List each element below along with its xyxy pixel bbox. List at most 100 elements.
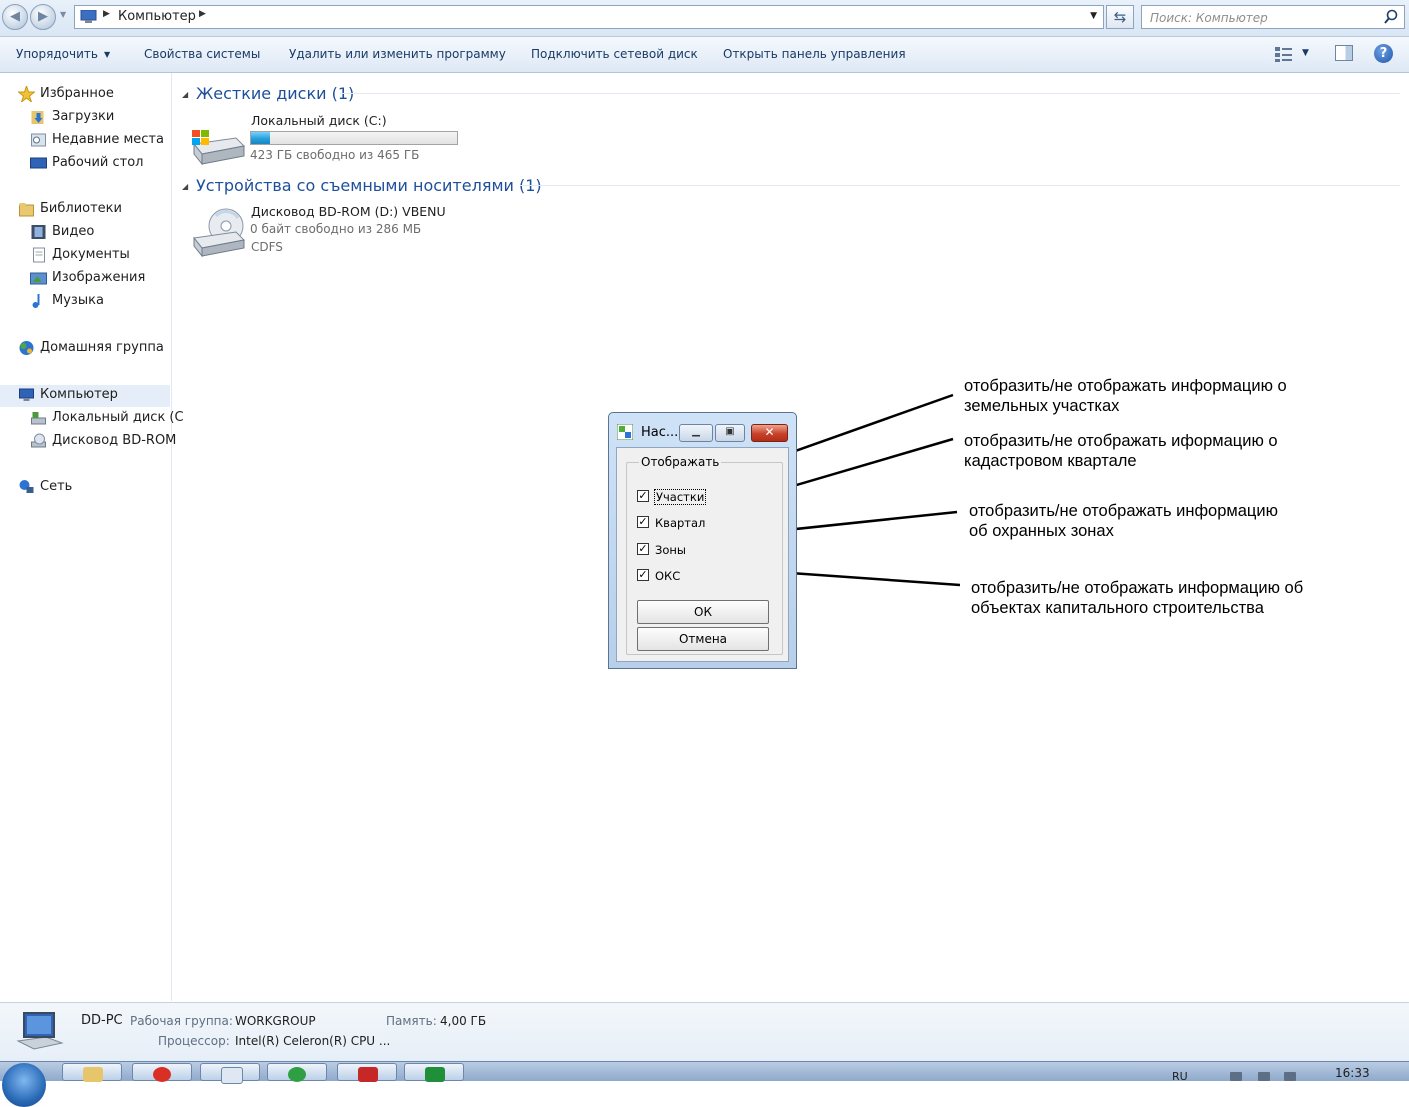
cpu-value: Intel(R) Celeron(R) CPU ... bbox=[235, 1034, 391, 1048]
search-icon[interactable] bbox=[1384, 9, 1398, 25]
taskbar-app-red[interactable] bbox=[337, 1063, 397, 1082]
drive-c-capacity-bar bbox=[250, 131, 458, 145]
address-field[interactable]: ▶ Компьютер ▶ ▼ bbox=[74, 5, 1104, 29]
optical-drive-icon[interactable] bbox=[190, 206, 248, 258]
computer-icon bbox=[19, 388, 34, 401]
forward-button[interactable]: ▶ bbox=[30, 4, 56, 30]
sidebar-label: Документы bbox=[52, 247, 130, 262]
cancel-button[interactable]: Отмена bbox=[637, 627, 769, 651]
sidebar-label: Загрузки bbox=[52, 109, 115, 124]
workgroup-value: WORKGROUP bbox=[235, 1014, 316, 1028]
search-input[interactable] bbox=[1148, 8, 1382, 28]
back-button[interactable]: ◀ bbox=[2, 4, 28, 30]
taskbar-explorer[interactable] bbox=[62, 1063, 122, 1082]
drive-d-name[interactable]: Дисковод BD-ROM (D:) VBENU bbox=[251, 204, 446, 219]
drive-c-free-space: 423 ГБ свободно из 465 ГБ bbox=[250, 148, 420, 162]
annotation-zones: отобразить/не отображать информацию об о… bbox=[969, 502, 1278, 540]
drive-d-free-space: 0 байт свободно из 286 МБ bbox=[250, 222, 422, 236]
group-divider bbox=[520, 185, 1400, 186]
cpu-label: Процессор: bbox=[158, 1034, 230, 1048]
checkbox-label: Зоны bbox=[655, 543, 687, 557]
organize-label: Упорядочить bbox=[16, 47, 98, 61]
video-icon bbox=[31, 225, 46, 239]
annotation-plots: отобразить/не отображать информацию о зе… bbox=[964, 377, 1287, 415]
taskbar-window[interactable] bbox=[200, 1063, 260, 1084]
sidebar-label: Избранное bbox=[40, 86, 114, 101]
sidebar-label: Библиотеки bbox=[40, 201, 122, 216]
checkbox-label: Квартал bbox=[655, 516, 706, 530]
drive-c-name[interactable]: Локальный диск (C:) bbox=[251, 113, 387, 128]
sidebar-label: Недавние места bbox=[52, 132, 164, 147]
address-bar: ◀ ▶ ▼ ▶ Компьютер ▶ ▼ ⇆ bbox=[0, 0, 1409, 37]
ok-button[interactable]: ОК bbox=[637, 600, 769, 624]
dialog-body: Отображать ✓ Участки ✓ Квартал ✓ Зоны ✓ … bbox=[616, 447, 789, 662]
refresh-icon: ⇆ bbox=[1113, 8, 1127, 26]
arrow-left-icon: ◀ bbox=[10, 9, 20, 24]
breadcrumb-separator-icon[interactable]: ▶ bbox=[199, 9, 206, 19]
hard-drive-icon bbox=[31, 412, 46, 425]
memory-value: 4,00 ГБ bbox=[440, 1014, 487, 1028]
arrow-right-icon: ▶ bbox=[38, 9, 48, 24]
taskbar-excel[interactable] bbox=[404, 1063, 464, 1082]
optical-drive-icon bbox=[31, 433, 46, 448]
checkbox-box[interactable]: ✓ bbox=[637, 543, 649, 555]
drive-d-filesystem: CDFS bbox=[251, 240, 283, 254]
memory-label: Память: bbox=[386, 1014, 437, 1028]
computer-icon bbox=[80, 10, 97, 23]
sidebar-label: Дисковод BD-ROM bbox=[52, 433, 177, 448]
collapse-icon[interactable]: ◢ bbox=[182, 182, 188, 191]
system-properties-button[interactable]: Свойства системы bbox=[144, 47, 260, 61]
sidebar-label: Домашняя группа bbox=[40, 340, 164, 355]
group-divider bbox=[340, 93, 1400, 94]
close-button[interactable]: ✕ bbox=[751, 424, 788, 442]
display-settings-dialog: Нас... ▁ ▣ ✕ Отображать ✓ Участки ✓ Квар… bbox=[608, 412, 797, 669]
dialog-title: Нас... bbox=[641, 425, 679, 440]
checkbox-box[interactable]: ✓ bbox=[637, 490, 649, 502]
recent-pages-dropdown[interactable]: ▼ bbox=[60, 10, 66, 19]
star-icon bbox=[18, 86, 35, 102]
language-indicator[interactable]: RU bbox=[1172, 1070, 1188, 1083]
help-icon[interactable]: ? bbox=[1374, 44, 1393, 63]
taskbar: RU 16:33 bbox=[0, 1061, 1409, 1107]
chevron-down-icon: ▼ bbox=[103, 50, 111, 59]
uninstall-program-button[interactable]: Удалить или изменить программу bbox=[289, 47, 506, 61]
open-control-panel-button[interactable]: Открыть панель управления bbox=[723, 47, 906, 61]
downloads-folder-icon bbox=[31, 111, 44, 124]
refresh-button[interactable]: ⇆ bbox=[1106, 5, 1134, 29]
sidebar-label: Компьютер bbox=[40, 387, 118, 402]
collapse-icon[interactable]: ◢ bbox=[182, 90, 188, 99]
preview-pane-icon[interactable] bbox=[1335, 45, 1353, 61]
command-bar: Упорядочить ▼ Свойства системы Удалить ил… bbox=[0, 37, 1409, 73]
hard-drive-icon[interactable] bbox=[190, 128, 246, 168]
recent-places-icon bbox=[31, 133, 46, 147]
organize-button[interactable]: Упорядочить ▼ bbox=[16, 47, 110, 61]
maximize-button[interactable]: ▣ bbox=[715, 424, 745, 442]
app-icon bbox=[617, 424, 633, 440]
taskbar-app-green[interactable] bbox=[267, 1063, 327, 1082]
group-title: Жесткие диски (1) bbox=[196, 84, 355, 103]
breadcrumb-separator-icon[interactable]: ▶ bbox=[103, 9, 110, 19]
homegroup-icon bbox=[19, 341, 34, 355]
minimize-button[interactable]: ▁ bbox=[679, 424, 713, 442]
maximize-icon: ▣ bbox=[725, 426, 735, 437]
checkbox-box[interactable]: ✓ bbox=[637, 569, 649, 581]
computer-icon bbox=[16, 1012, 64, 1050]
breadcrumb-computer[interactable]: Компьютер bbox=[118, 9, 196, 24]
annotation-oks: отобразить/не отображать информацию об о… bbox=[971, 579, 1304, 617]
images-icon bbox=[30, 272, 47, 285]
taskbar-chrome[interactable] bbox=[132, 1063, 192, 1082]
address-dropdown-icon[interactable]: ▼ bbox=[1090, 11, 1097, 21]
drive-c-used-fill bbox=[251, 132, 270, 144]
libraries-icon bbox=[19, 203, 34, 217]
start-button[interactable] bbox=[2, 1063, 46, 1107]
view-options-icon[interactable] bbox=[1274, 45, 1294, 63]
clock[interactable]: 16:33 bbox=[1335, 1066, 1370, 1080]
map-network-drive-button[interactable]: Подключить сетевой диск bbox=[531, 47, 698, 61]
details-pane: DD-PC Рабочая группа: WORKGROUP Память: … bbox=[0, 1002, 1409, 1062]
close-icon: ✕ bbox=[764, 425, 775, 439]
computer-name: DD-PC bbox=[81, 1013, 123, 1028]
checkbox-box[interactable]: ✓ bbox=[637, 516, 649, 528]
desktop-icon bbox=[30, 157, 47, 169]
search-box bbox=[1141, 5, 1405, 29]
view-options-dropdown-icon[interactable]: ▼ bbox=[1302, 48, 1309, 58]
